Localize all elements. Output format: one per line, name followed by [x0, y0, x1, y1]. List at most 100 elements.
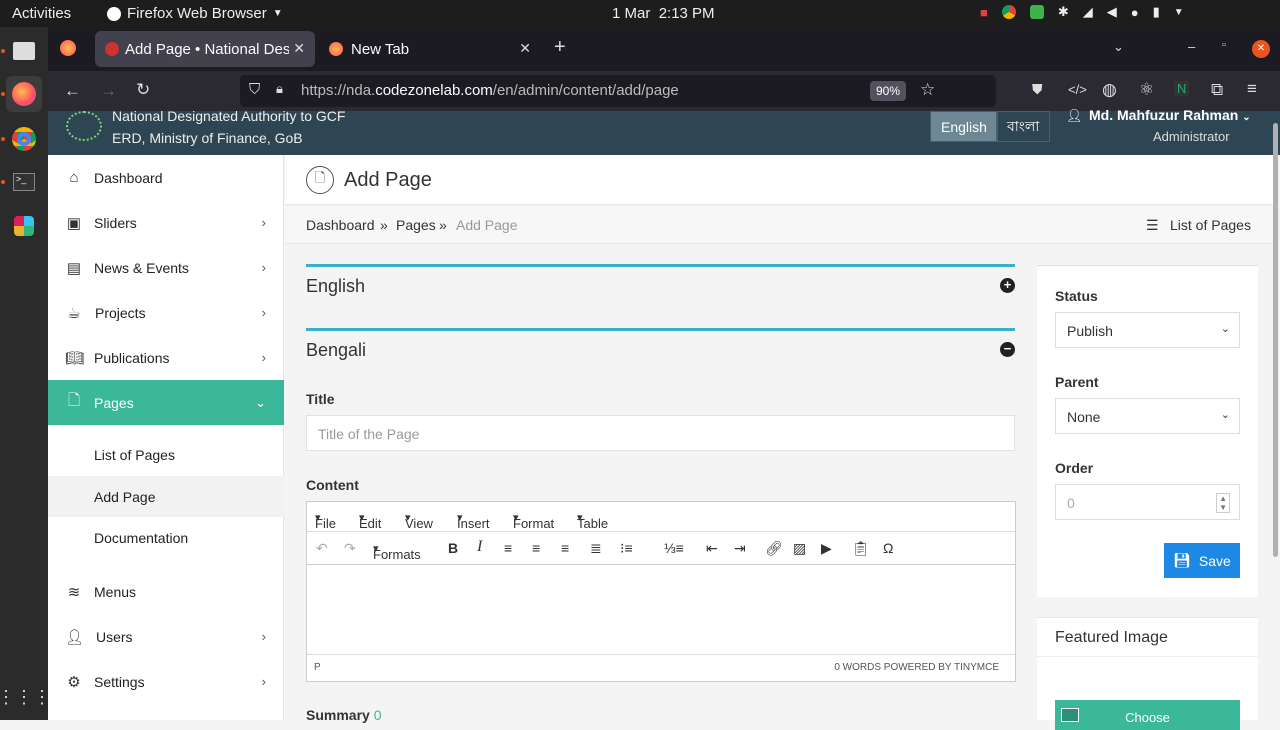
menu-hamburger-icon[interactable]: ≡ — [1247, 79, 1257, 99]
sidebar-item-users[interactable]: 👤︎ Users › — [48, 614, 284, 659]
indent-icon[interactable]: ⇥ — [734, 540, 746, 557]
sidebar-subitem-list-of-pages[interactable]: List of Pages — [48, 434, 284, 475]
back-button[interactable]: ← — [64, 81, 81, 101]
files-icon[interactable] — [6, 33, 42, 69]
panel-bengali[interactable]: Bengali − — [306, 328, 1015, 368]
parent-select[interactable]: None ⌄ — [1055, 398, 1240, 434]
breadcrumb-pages[interactable]: Pages — [396, 217, 436, 233]
firefox-dock-icon[interactable] — [6, 76, 42, 112]
align-left-icon[interactable]: ≡ — [504, 540, 512, 556]
collapse-minus-icon[interactable]: − — [1000, 342, 1015, 357]
language-bangla-button[interactable]: বাংলা — [996, 111, 1051, 142]
terminal-icon[interactable]: >_ — [6, 164, 42, 200]
running-indicator — [1, 49, 5, 53]
tab-new-tab[interactable]: New Tab ✕ — [319, 31, 541, 67]
editor-word-count: 0 WORDS POWERED BY TINYMCE — [834, 662, 999, 673]
app-menu[interactable]: Firefox Web Browser ▼ — [107, 5, 283, 22]
user-role: Administrator — [1153, 129, 1230, 144]
zoom-indicator[interactable]: 90% — [870, 81, 907, 101]
special-char-icon[interactable]: Ω — [883, 540, 893, 556]
close-tab-icon[interactable]: ✕ — [293, 40, 305, 57]
code-icon[interactable]: </> — [1068, 82, 1087, 97]
editor-menu-table[interactable]: Table ▾ — [577, 509, 608, 531]
close-tab-icon[interactable]: ✕ — [519, 40, 531, 57]
forward-button[interactable]: → — [100, 81, 117, 101]
status-select[interactable]: Publish ⌄ — [1055, 312, 1240, 348]
clock[interactable]: 1 Mar 2:13 PM — [612, 5, 715, 22]
camera-icon: ■ — [980, 4, 988, 20]
editor-menu-file[interactable]: File ▾ — [315, 509, 336, 531]
expand-plus-icon[interactable]: + — [1000, 278, 1015, 293]
sidebar-subitem-documentation[interactable]: Documentation — [48, 517, 284, 558]
maximize-button[interactable]: ▫ — [1222, 39, 1226, 51]
app-name: Firefox Web Browser — [127, 5, 267, 22]
sidebar-item-projects[interactable]: ☕︎ Projects › — [48, 290, 284, 335]
align-center-icon[interactable]: ≡ — [532, 540, 540, 556]
activities-button[interactable]: Activities — [12, 5, 71, 22]
bullet-list-icon[interactable]: ⁝≡ — [620, 540, 633, 557]
chevron-down-icon: ▼ — [272, 8, 283, 19]
firefox-view-icon[interactable] — [60, 40, 76, 56]
editor-toolbar: ↶ ↷ Formats ▾ B I ≡ ≡ ≡ ≣ ⁝≡ ⅓≡ ⇤ ⇥ 🔗︎ ▨… — [307, 533, 1015, 565]
sidebar-item-dashboard[interactable]: ⌂ Dashboard — [48, 155, 284, 200]
extensions-puzzle-icon[interactable]: ⧉ — [1211, 80, 1223, 100]
editor-menu-view[interactable]: View ▾ — [405, 509, 433, 531]
system-tray[interactable]: ■ ✱ ◢ ◀ ● ▮ ▼ — [980, 4, 1184, 20]
order-input[interactable]: 0 ▲ ▼ — [1055, 484, 1240, 520]
sidebar-item-pages[interactable]: 🗋︎ Pages ⌄ — [48, 380, 284, 425]
bookmark-star-icon[interactable]: ☆ — [920, 80, 935, 100]
react-icon[interactable]: ⚛ — [1139, 80, 1154, 100]
align-justify-icon[interactable]: ≣ — [590, 540, 602, 557]
navigation-toolbar: ← → ↻ ⛉ 🔒︎ https://nda.codezonelab.com/e… — [48, 71, 1280, 111]
pocket-icon[interactable]: ⛊ — [1032, 81, 1043, 98]
rich-text-editor: File ▾ Edit ▾ View ▾ Insert ▾ Format ▾ T… — [306, 501, 1016, 682]
media-icon[interactable]: ▶ — [821, 540, 832, 557]
breadcrumb-separator: » — [380, 217, 388, 233]
tab-add-page[interactable]: Add Page • National Desig ✕ — [95, 31, 315, 67]
bold-icon[interactable]: B — [448, 540, 458, 556]
url-bar[interactable]: ⛉ 🔒︎ https://nda.codezonelab.com/en/admi… — [240, 75, 996, 107]
save-button[interactable]: 💾︎ Save — [1164, 543, 1240, 578]
redo-icon[interactable]: ↷ — [344, 540, 356, 557]
sidebar-item-news-events[interactable]: ▤ News & Events › — [48, 245, 284, 290]
editor-menu-edit[interactable]: Edit ▾ — [359, 509, 381, 531]
reload-button[interactable]: ↻ — [136, 80, 150, 100]
list-tabs-chevron-icon[interactable]: ⌄ — [1113, 39, 1124, 55]
lock-icon[interactable]: 🔒︎ — [276, 81, 283, 97]
breadcrumb-dashboard[interactable]: Dashboard — [306, 217, 375, 233]
stepper-icon[interactable]: ▲ ▼ — [1216, 493, 1230, 513]
title-input[interactable]: Title of the Page — [306, 415, 1015, 451]
new-tab-button[interactable]: + — [554, 36, 566, 59]
slack-dock-icon[interactable] — [6, 208, 42, 244]
list-of-pages-link[interactable]: List of Pages — [1170, 217, 1251, 233]
undo-icon[interactable]: ↶ — [316, 540, 328, 557]
link-icon[interactable]: 🔗︎ — [765, 540, 783, 557]
sidebar-subitem-add-page[interactable]: Add Page — [48, 476, 284, 517]
align-right-icon[interactable]: ≡ — [561, 540, 569, 556]
globe-icon[interactable]: ◍ — [1102, 80, 1117, 100]
user-menu[interactable]: Md. Mahfuzur Rahman ⌄ — [1089, 107, 1251, 123]
image-icon[interactable]: ▨ — [793, 540, 806, 557]
formats-dropdown[interactable]: Formats ▾ — [373, 540, 421, 562]
shield-icon[interactable]: ⛉ — [249, 81, 260, 98]
language-english-button[interactable]: English — [930, 111, 998, 142]
panel-english[interactable]: English + — [306, 264, 1015, 304]
extension-n-icon[interactable]: N — [1174, 81, 1190, 96]
italic-icon[interactable]: I — [477, 538, 482, 556]
app-grid-icon[interactable]: ⋮⋮⋮ — [0, 679, 51, 715]
outdent-icon[interactable]: ⇤ — [706, 540, 718, 557]
editor-menu-insert[interactable]: Insert ▾ — [457, 509, 490, 531]
chrome-dock-icon[interactable] — [6, 121, 42, 157]
sidebar-item-menus[interactable]: ≋ Menus — [48, 569, 284, 614]
sidebar-item-publications[interactable]: 📖︎ Publications › — [48, 335, 284, 380]
close-window-button[interactable]: ✕ — [1252, 40, 1270, 58]
sidebar-item-sliders[interactable]: ▣ Sliders › — [48, 200, 284, 245]
editor-body[interactable] — [307, 566, 1015, 654]
paste-icon[interactable]: 📋︎ — [852, 540, 870, 557]
editor-menu-format[interactable]: Format ▾ — [513, 509, 554, 531]
choose-image-button[interactable]: Choose — [1055, 700, 1240, 730]
minimize-button[interactable]: – — [1188, 39, 1195, 54]
numbered-list-icon[interactable]: ⅓≡ — [664, 540, 684, 556]
sidebar-item-settings[interactable]: ⚙ Settings › — [48, 659, 284, 704]
page-scrollbar[interactable] — [1273, 123, 1278, 557]
